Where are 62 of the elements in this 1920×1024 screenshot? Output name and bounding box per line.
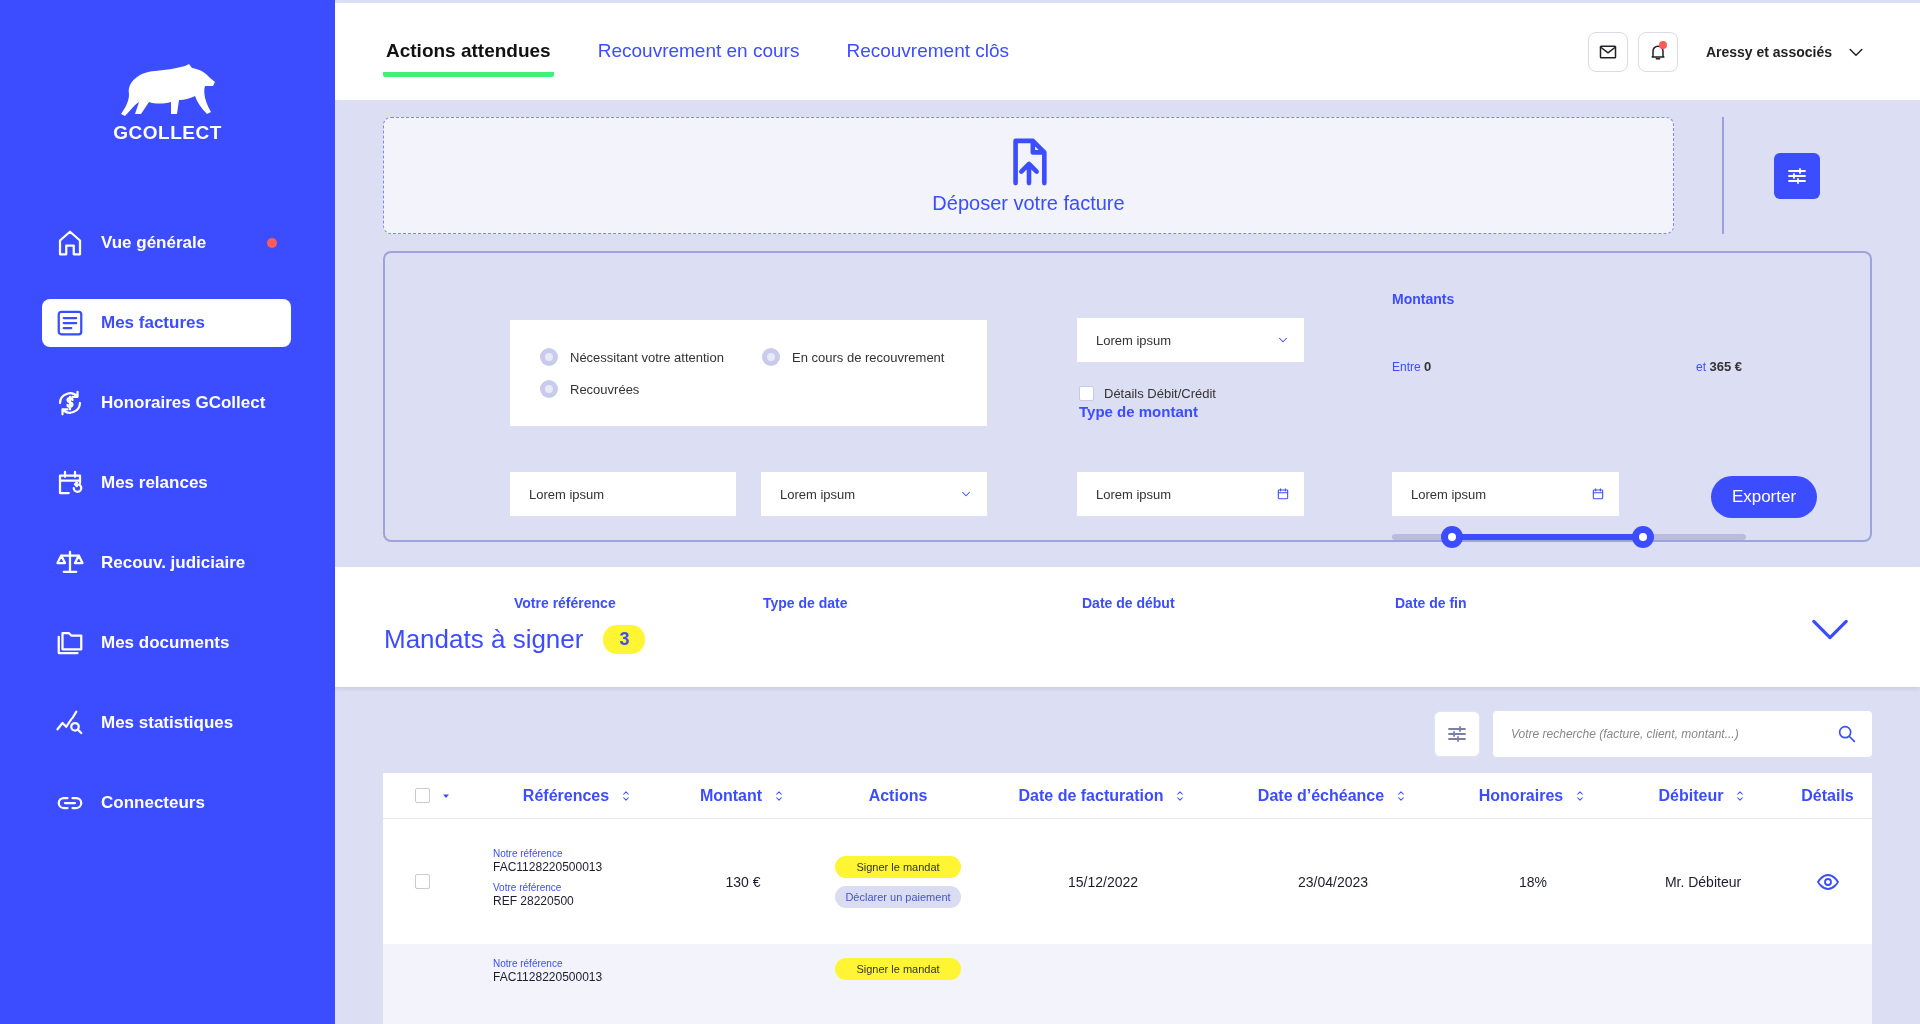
column-header[interactable]: Date d’échéance [1223, 786, 1443, 805]
checkbox-label: Détails Débit/Crédit [1104, 386, 1216, 401]
sidebar-item[interactable]: Vue générale [42, 219, 291, 267]
column-header: Détails [1800, 786, 1855, 805]
column-label: Date de fin [1395, 595, 1468, 611]
sidebar-item[interactable]: Mes factures [42, 299, 291, 347]
reference-label: Votre référence [493, 881, 563, 893]
tab[interactable]: Actions attendues [383, 31, 554, 77]
table-cell: 15/12/2022 [1067, 873, 1139, 890]
tab[interactable]: Recouvrement en cours [594, 31, 803, 77]
radio-label: En cours de recouvrement [792, 349, 945, 365]
max-value: 365 € [1709, 359, 1742, 374]
field-label: Type de montant [1079, 403, 1198, 420]
column-label: Date de début [1082, 595, 1176, 611]
table-cell: Mr. Débiteur [1664, 873, 1742, 890]
sidebar-item[interactable]: Mes relances [42, 459, 291, 507]
radio-option[interactable]: Nécessitant votre attention [540, 348, 762, 366]
column-header[interactable]: Références [483, 786, 673, 805]
reference-label: Notre référence [493, 958, 564, 969]
dropdown[interactable]: Lorem ipsum [1077, 318, 1304, 362]
logo-text: GCOLLECT [113, 122, 222, 144]
max-label: et [1696, 360, 1707, 374]
sidebar-item[interactable]: Connecteurs [42, 779, 291, 827]
radio-label: Recouvrées [570, 381, 640, 397]
table-cell: 130 € [725, 873, 761, 890]
radio-option[interactable]: Recouvrées [540, 380, 762, 398]
column-header[interactable]: Date de facturation [983, 786, 1223, 805]
sidebar-item[interactable]: Mes documents [42, 619, 291, 667]
tab[interactable]: Recouvrement clôs [843, 31, 1013, 77]
sidebar-item[interactable]: Recouv. judiciaire [42, 539, 291, 587]
radio-label: Nécessitant votre attention [570, 349, 724, 365]
date-field[interactable]: Lorem ipsum [1077, 472, 1304, 516]
action-button[interactable]: Signer le mandat [835, 855, 961, 878]
column-header[interactable]: Honoraires [1443, 786, 1623, 805]
min-label: Entre [1392, 360, 1421, 374]
action-button[interactable]: Déclarer un paiement [835, 885, 961, 908]
table-cell: 18% [1519, 873, 1547, 890]
column-header[interactable]: Montant [673, 786, 813, 805]
input-field[interactable]: Lorem ipsum [510, 472, 736, 516]
amounts-label: Montants [1392, 291, 1455, 307]
reference-label: Notre référence [493, 847, 564, 859]
min-value: 0 [1424, 359, 1432, 374]
account-menu[interactable]: Aressy et associés [1699, 40, 1872, 63]
reference-value: FAC1128220500013 [493, 970, 604, 984]
date-field[interactable]: Lorem ipsum [1392, 472, 1619, 516]
dropdown[interactable]: Lorem ipsum [761, 472, 987, 516]
search-field[interactable]: Votre recherche (facture, client, montant...) [1493, 711, 1872, 757]
section-title: Mandats à signer [384, 623, 584, 655]
export-button[interactable]: Exporter [1711, 476, 1817, 518]
count-badge: 3 [603, 624, 646, 654]
action-button[interactable]: Signer le mandat [835, 958, 961, 980]
column-header[interactable]: Débiteur [1623, 786, 1783, 805]
column-label: Votre référence [514, 595, 617, 611]
reference-value: FAC1128220500013 [493, 859, 604, 874]
column-header: Actions [867, 786, 929, 805]
upload-zone[interactable]: Déposer votre facture [383, 117, 1674, 234]
reference-value: REF 28220500 [493, 893, 575, 908]
table-cell: 23/04/2023 [1297, 873, 1369, 890]
radio-option[interactable]: En cours de recouvrement [762, 348, 987, 366]
column-label: Type de date [763, 595, 849, 611]
sidebar-item[interactable]: Mes statistiques [42, 699, 291, 747]
sidebar-item[interactable]: Honoraires GCollect [42, 379, 291, 427]
